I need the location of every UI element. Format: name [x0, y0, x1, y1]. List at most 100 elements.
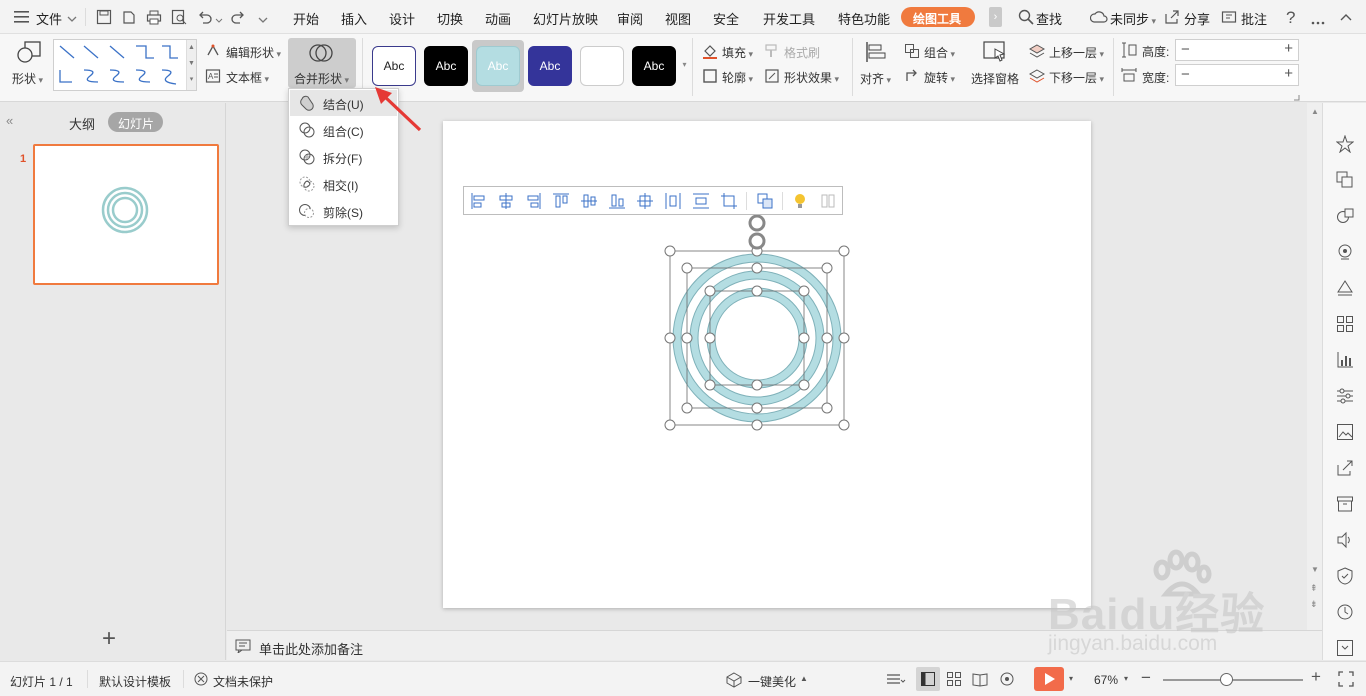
- more-tabs-button[interactable]: ›: [989, 7, 1002, 27]
- resize-handle[interactable]: [751, 285, 763, 297]
- width-input[interactable]: − +: [1175, 64, 1299, 86]
- resize-handle[interactable]: [838, 332, 850, 344]
- print-preview-icon[interactable]: [171, 9, 187, 28]
- resize-handle[interactable]: [664, 332, 676, 344]
- group-button[interactable]: 组合: [924, 44, 955, 61]
- notes-bar[interactable]: 单击此处添加备注: [227, 630, 1322, 660]
- line-gallery[interactable]: ▲ ▼ ▾: [53, 39, 197, 91]
- send-backward-icon[interactable]: [1028, 68, 1046, 87]
- resize-handle[interactable]: [821, 402, 833, 414]
- gallery-scroll[interactable]: ▲ ▼ ▾: [186, 40, 196, 90]
- style-swatch[interactable]: Abc: [528, 46, 572, 86]
- shapes-button[interactable]: 形状: [12, 70, 43, 87]
- resize-handle[interactable]: [821, 262, 833, 274]
- search-icon[interactable]: [1018, 9, 1034, 28]
- height-input[interactable]: − +: [1175, 39, 1299, 61]
- align-center-icon[interactable]: [497, 192, 515, 210]
- outline-button[interactable]: 轮廓: [722, 69, 753, 86]
- width-decrease-button[interactable]: −: [1181, 66, 1190, 83]
- selection-pane-icon[interactable]: [982, 40, 1008, 67]
- share-label[interactable]: 分享: [1184, 9, 1210, 28]
- print-icon[interactable]: [146, 9, 162, 28]
- textbox-button[interactable]: 文本框: [226, 69, 269, 86]
- merge-shape-button[interactable]: 合并形状: [288, 38, 356, 88]
- more-options-icon[interactable]: [819, 192, 837, 210]
- resize-handle[interactable]: [798, 285, 810, 297]
- more-icon[interactable]: [1311, 14, 1325, 28]
- style-swatch[interactable]: Abc: [372, 46, 416, 86]
- tab-slides[interactable]: 幻灯片: [108, 112, 163, 132]
- tab-view[interactable]: 视图: [665, 9, 691, 28]
- resize-handle[interactable]: [751, 402, 763, 414]
- history-icon[interactable]: [1336, 603, 1354, 621]
- resize-handle[interactable]: [838, 245, 850, 257]
- shape-effect-icon[interactable]: [764, 68, 780, 87]
- next-page-icon[interactable]: ⇟: [1310, 599, 1318, 610]
- send-backward-button[interactable]: 下移一层: [1049, 69, 1104, 86]
- shapes-icon[interactable]: [16, 40, 42, 69]
- group-shapes-icon[interactable]: [756, 192, 774, 210]
- merge-intersect-item[interactable]: 相交(I): [290, 171, 397, 197]
- resize-handle[interactable]: [664, 419, 676, 431]
- notes-toggle-icon[interactable]: [886, 672, 906, 691]
- chart-icon[interactable]: [1336, 351, 1354, 369]
- rotate-handle[interactable]: [748, 232, 766, 250]
- sync-status[interactable]: 未同步: [1110, 9, 1156, 28]
- beautify-icon[interactable]: [726, 672, 742, 691]
- distribute-vertical-icon[interactable]: [692, 192, 710, 210]
- location-icon[interactable]: [1336, 243, 1354, 261]
- resize-handle[interactable]: [704, 332, 716, 344]
- tab-developer[interactable]: 开发工具: [763, 9, 815, 28]
- group-icon[interactable]: [904, 43, 920, 62]
- outline-icon[interactable]: [702, 68, 718, 87]
- tab-animation[interactable]: 动画: [485, 9, 511, 28]
- align-bottom-icon[interactable]: [608, 192, 626, 210]
- tab-design[interactable]: 设计: [389, 9, 415, 28]
- distribute-horizontal-icon[interactable]: [664, 192, 682, 210]
- bring-forward-icon[interactable]: [1028, 43, 1046, 62]
- add-slide-button[interactable]: +: [102, 627, 116, 651]
- tab-home[interactable]: 开始: [293, 9, 319, 28]
- hamburger-icon[interactable]: [14, 10, 30, 24]
- share-icon[interactable]: [1164, 9, 1180, 28]
- expand-panel-icon[interactable]: [1336, 639, 1354, 657]
- settings-sliders-icon[interactable]: [1336, 387, 1354, 405]
- style-swatch[interactable]: Abc: [632, 46, 676, 86]
- height-decrease-button[interactable]: −: [1181, 41, 1190, 58]
- normal-view-button[interactable]: [916, 667, 940, 691]
- resize-handle[interactable]: [838, 419, 850, 431]
- resize-handle[interactable]: [751, 419, 763, 431]
- fill-button[interactable]: 填充: [722, 44, 753, 61]
- scroll-down-icon[interactable]: ▼: [1311, 565, 1319, 574]
- zoom-slider-thumb[interactable]: [1220, 673, 1233, 686]
- style-swatch[interactable]: [580, 46, 624, 86]
- slide-thumbnail[interactable]: [33, 144, 219, 285]
- zoom-out-button[interactable]: −: [1141, 668, 1151, 688]
- align-middle-icon[interactable]: [580, 192, 598, 210]
- shield-icon[interactable]: [1336, 567, 1354, 585]
- zoom-dropdown-icon[interactable]: ▾: [1124, 674, 1128, 683]
- tab-drawing-tools[interactable]: 绘图工具: [901, 7, 975, 27]
- zoom-slider-track[interactable]: [1163, 679, 1303, 681]
- align-to-center-icon[interactable]: [636, 192, 654, 210]
- size-dialog-launcher-icon[interactable]: [1293, 90, 1300, 104]
- file-menu[interactable]: 文件: [36, 9, 62, 28]
- slide-sorter-icon[interactable]: [946, 671, 962, 690]
- resize-handle[interactable]: [681, 262, 693, 274]
- export-icon[interactable]: [121, 9, 137, 28]
- scroll-up-icon[interactable]: ▲: [1311, 107, 1319, 116]
- shape-panel-icon[interactable]: [1336, 207, 1354, 225]
- resize-handle[interactable]: [681, 402, 693, 414]
- resize-handle[interactable]: [664, 245, 676, 257]
- crop-icon[interactable]: [720, 192, 738, 210]
- audio-icon[interactable]: [1336, 531, 1354, 549]
- edit-shape-button[interactable]: 编辑形状: [226, 44, 281, 61]
- search-label[interactable]: 查找: [1036, 9, 1062, 28]
- tab-insert[interactable]: 插入: [341, 9, 367, 28]
- fit-window-icon[interactable]: [1338, 671, 1354, 690]
- resize-handle[interactable]: [798, 379, 810, 391]
- resize-handle[interactable]: [681, 332, 693, 344]
- design-template[interactable]: 默认设计模板: [99, 673, 171, 690]
- rotate-button[interactable]: 旋转: [924, 69, 955, 86]
- rotate-icon[interactable]: [904, 68, 920, 87]
